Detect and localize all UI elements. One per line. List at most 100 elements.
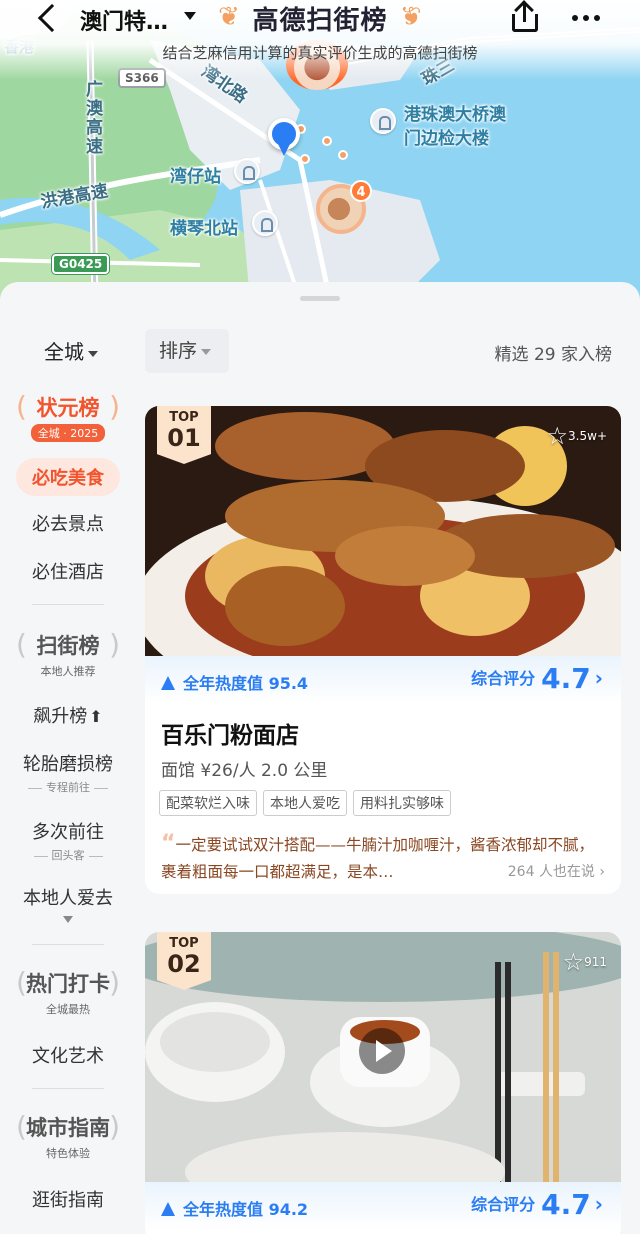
review-snippet[interactable]: “一定要试试双汁搭配——牛腩汁加咖喱汁，酱香浓郁却不腻，裹着粗面每一口都超满足，… (161, 830, 605, 886)
map-label-bridge-port: 港珠澳大桥澳 (404, 105, 506, 125)
badge-subtitle: 全城 · 2025 (30, 424, 106, 442)
favorite-button[interactable]: ☆3.5w+ (547, 422, 607, 450)
badge-title: 城市指南 (26, 1116, 110, 1140)
laurel-icon: ( (16, 628, 27, 661)
more-button[interactable] (572, 8, 604, 28)
favorite-button[interactable]: ☆911 (563, 948, 607, 976)
chevron-down-icon (201, 348, 212, 355)
favorite-count: 911 (584, 955, 607, 969)
sidebar-item-sights[interactable]: 必去景点 (0, 510, 136, 536)
back-button[interactable] (34, 3, 67, 34)
map-label-guangao-highway: 广澳高速 (82, 80, 102, 156)
sidebar-item-repeat[interactable]: 多次前往 回头客 (0, 818, 136, 863)
result-count: 精选 29 家入榜 (494, 345, 612, 365)
divider (32, 604, 104, 605)
badge-subtitle: 特色体验 (46, 1147, 90, 1160)
shop-photo[interactable]: TOP 02 ☆911 (145, 932, 621, 1182)
shop-card[interactable]: TOP 02 ☆911 全年热度值 94.2 综合评分 4.7 › (145, 932, 621, 1234)
food-cluster-count: 4 (350, 180, 372, 202)
map-label-wanzai-station: 湾仔站 (170, 167, 221, 187)
rank-tag: TOP 01 (157, 406, 211, 464)
shop-card[interactable]: TOP 01 ☆3.5w+ 全年热度值 95.4 综合评分 4.7 › 百乐门粉面店… (145, 406, 621, 894)
station-icon[interactable] (252, 210, 278, 236)
map-label-hengqin-north-station: 横琴北站 (170, 219, 238, 239)
back-arrow-icon (37, 3, 67, 33)
chevron-right-icon: › (594, 666, 603, 690)
sidebar-item-tire[interactable]: 轮胎磨损榜 专程前往 (0, 750, 136, 795)
brand-title: ❦ 高德扫街榜 ❦ (218, 0, 422, 36)
badge-title: 状元榜 (36, 396, 100, 420)
star-icon: ☆ (562, 948, 585, 976)
road-badge-g0425: G0425 (52, 254, 110, 274)
area-filter[interactable]: 全城 (44, 336, 98, 365)
score-value: 4.7 (541, 1188, 591, 1221)
shop-tag: 用料扎实够味 (353, 790, 451, 816)
overall-score[interactable]: 综合评分 4.7 › (471, 1188, 603, 1221)
area-filter-label: 全城 (44, 340, 84, 364)
badge-title: 扫街榜 (36, 634, 100, 658)
chevron-down-icon (63, 916, 73, 923)
sidebar-item-hotel[interactable]: 必住酒店 (0, 558, 136, 584)
sort-label: 排序 (159, 340, 198, 362)
chevron-down-icon[interactable] (184, 12, 196, 20)
badge-title: 热门打卡 (26, 972, 110, 996)
filter-row: 全城 排序 精选 29 家入榜 (0, 326, 640, 376)
more-dots-icon (572, 15, 578, 21)
laurel-icon: ) (109, 1110, 120, 1143)
sidebar-item-rising[interactable]: 飙升榜 ⬆ (0, 702, 136, 728)
sidebar-item-locals[interactable]: 本地人爱去 (0, 884, 136, 923)
map-dot[interactable] (322, 136, 332, 146)
sidebar-item-street[interactable]: 逛街指南 (0, 1186, 136, 1212)
badge-top-ranking[interactable]: ( 状元榜 全城 · 2025 ) (16, 386, 120, 444)
rank-number: 02 (167, 950, 201, 978)
map-label-bridge-port-2: 门边检大楼 (404, 129, 489, 149)
top-bar: 澳门特… ❦ 高德扫街榜 ❦ 结合芝麻信用计算的真实评价生成的高德扫街榜 (0, 0, 640, 80)
city-selector[interactable]: 澳门特… (80, 4, 168, 36)
laurel-left-icon: ❦ (218, 2, 240, 32)
badge-street-ranking[interactable]: ( 扫街榜 本地人推荐 ) (16, 624, 120, 682)
rank-tag: TOP 02 (157, 932, 211, 990)
map-dot[interactable] (338, 150, 348, 160)
shop-meta: 面馆 ¥26/人 2.0 公里 (161, 761, 328, 781)
sidebar-item-food[interactable]: 必吃美食 (0, 458, 136, 496)
map-dot[interactable] (300, 154, 310, 164)
quote-icon: “ (161, 831, 176, 856)
review-count[interactable]: 264 人也在说 › (501, 859, 605, 886)
laurel-icon: ) (109, 966, 120, 999)
shop-tag: 本地人爱吃 (263, 790, 347, 816)
navigation-icon (161, 676, 175, 690)
laurel-icon: ) (109, 390, 120, 423)
border-checkpoint-icon[interactable] (370, 108, 396, 134)
heat-score-row[interactable]: 全年热度值 95.4 综合评分 4.7 › (145, 656, 621, 704)
navigation-icon (161, 1202, 175, 1216)
laurel-icon: ) (109, 628, 120, 661)
sidebar-item-culture[interactable]: 文化艺术 (0, 1042, 136, 1068)
shop-tag: 配菜软烂入味 (159, 790, 257, 816)
share-button[interactable] (508, 0, 542, 34)
station-icon[interactable] (234, 158, 260, 184)
laurel-icon: ( (16, 390, 27, 423)
badge-city-guide[interactable]: ( 城市指南 特色体验 ) (16, 1106, 120, 1164)
heat-score-row[interactable]: 全年热度值 94.2 综合评分 4.7 › (145, 1182, 621, 1230)
chevron-right-icon: › (594, 1192, 603, 1216)
sort-button[interactable]: 排序 (145, 329, 229, 373)
current-location-icon[interactable] (268, 118, 300, 156)
star-icon: ☆ (546, 422, 569, 450)
play-video-icon[interactable] (359, 1028, 405, 1074)
laurel-right-icon: ❦ (400, 2, 422, 32)
laurel-icon: ( (16, 1110, 27, 1143)
divider (32, 1088, 104, 1089)
shop-name[interactable]: 百乐门粉面店 (161, 716, 299, 750)
divider (32, 944, 104, 945)
tag-list: 配菜软烂入味 本地人爱吃 用料扎实够味 (159, 790, 451, 816)
drag-handle[interactable] (300, 296, 340, 301)
shop-photo[interactable]: TOP 01 ☆3.5w+ (145, 406, 621, 656)
heat-value: 全年热度值 95.4 (161, 670, 308, 694)
brand-text: 高德扫街榜 (252, 6, 388, 36)
overall-score[interactable]: 综合评分 4.7 › (471, 662, 603, 695)
badge-subtitle: 全城最热 (46, 1003, 90, 1016)
heat-value: 全年热度值 94.2 (161, 1196, 308, 1220)
score-value: 4.7 (541, 662, 591, 695)
badge-hot-checkin[interactable]: ( 热门打卡 全城最热 ) (16, 962, 120, 1020)
brand-subtitle: 结合芝麻信用计算的真实评价生成的高德扫街榜 (162, 44, 478, 62)
